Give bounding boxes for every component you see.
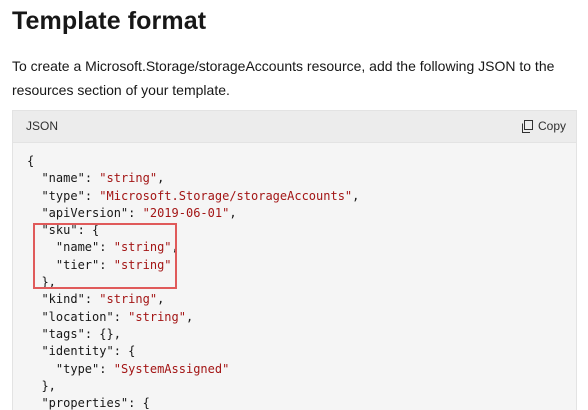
code-line: "name": "string", [41,171,165,186]
intro-paragraph: To create a Microsoft.Storage/storageAcc… [12,58,555,98]
copy-icon [521,119,533,133]
code-line: "tags": {}, [41,326,121,341]
copy-button[interactable]: Copy [521,117,566,135]
code-line: "name": "string", [55,240,179,255]
code-line: "kind": "string", [41,292,165,307]
code-block: JSON Copy { "name": "string", "type": "M… [12,110,577,410]
code-language-label: JSON [26,119,59,133]
copy-label: Copy [537,119,566,133]
code-line: "type": "Microsoft.Storage/storageAccoun… [41,188,360,203]
page-title: Template format [12,7,207,35]
code-line: }, [27,275,56,290]
code-line: "tier": "string" [55,257,172,272]
code-line: "properties": { [41,396,150,410]
code-line: "sku": { [41,223,100,238]
code-line: { [27,154,35,168]
code-line: }, [27,378,56,393]
code-line: "apiVersion": "2019-06-01", [41,205,237,220]
code-line: "location": "string", [41,309,194,324]
code-line: "identity": { [41,344,136,359]
code-block-header: JSON Copy [13,111,576,143]
code-content: { "name": "string", "type": "Microsoft.S… [27,153,359,410]
code-line: "type": "SystemAssigned" [55,361,230,376]
